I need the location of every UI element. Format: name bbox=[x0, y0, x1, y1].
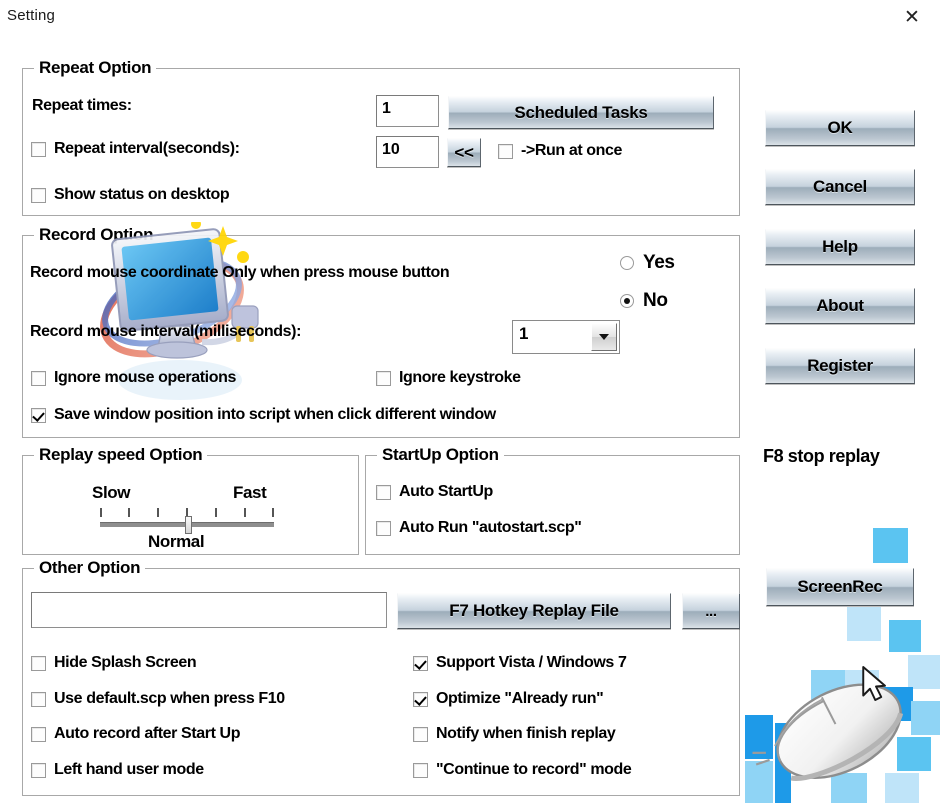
use-default-scp-label: Use default.scp when press F10 bbox=[54, 690, 285, 707]
decor-square bbox=[847, 607, 881, 641]
record-option-legend: Record Option bbox=[34, 225, 159, 245]
help-button[interactable]: Help bbox=[765, 229, 915, 265]
browse-button[interactable]: ... bbox=[682, 593, 740, 629]
auto-record-after-startup-label: Auto record after Start Up bbox=[54, 725, 241, 742]
record-interval-value: 1 bbox=[519, 324, 529, 343]
optimize-already-run-checkbox[interactable] bbox=[413, 692, 428, 707]
repeat-interval-label: Repeat interval(seconds): bbox=[54, 140, 240, 157]
record-coordinate-no-radio[interactable] bbox=[620, 294, 634, 308]
decor-square bbox=[831, 773, 867, 803]
hotkey-replay-file-button[interactable]: F7 Hotkey Replay File bbox=[397, 593, 671, 629]
notify-finish-replay-label: Notify when finish replay bbox=[436, 725, 616, 742]
auto-run-autostart-checkbox[interactable] bbox=[376, 521, 391, 536]
mouse-decoration-artwork bbox=[745, 515, 940, 803]
cursor-arrow-icon bbox=[862, 666, 886, 701]
decor-square bbox=[911, 701, 940, 735]
replay-file-input[interactable] bbox=[31, 592, 387, 628]
decor-square bbox=[873, 528, 908, 563]
record-coordinate-yes-radio[interactable] bbox=[620, 256, 634, 270]
show-status-label: Show status on desktop bbox=[54, 186, 230, 203]
auto-startup-checkbox[interactable] bbox=[376, 485, 391, 500]
ignore-mouse-label: Ignore mouse operations bbox=[54, 369, 236, 386]
show-status-checkbox[interactable] bbox=[31, 188, 46, 203]
replay-speed-legend: Replay speed Option bbox=[34, 445, 208, 465]
continue-to-record-checkbox[interactable] bbox=[413, 763, 428, 778]
decor-square bbox=[885, 773, 919, 803]
ok-button[interactable]: OK bbox=[765, 110, 915, 146]
startup-option-group: StartUp Option bbox=[365, 445, 740, 555]
save-window-position-label: Save window position into script when cl… bbox=[54, 406, 496, 423]
repeat-times-input[interactable]: 1 bbox=[376, 95, 439, 127]
collapse-button[interactable]: << bbox=[447, 138, 481, 167]
slider-fast-label: Fast bbox=[233, 483, 267, 502]
mouse-icon bbox=[752, 683, 904, 781]
auto-record-after-startup-checkbox[interactable] bbox=[31, 727, 46, 742]
auto-startup-label: Auto StartUp bbox=[399, 483, 493, 500]
about-button[interactable]: About bbox=[765, 288, 915, 324]
chevron-down-icon[interactable] bbox=[591, 323, 617, 351]
decor-square bbox=[775, 723, 791, 803]
save-window-position-checkbox[interactable] bbox=[31, 408, 46, 423]
other-option-legend: Other Option bbox=[34, 558, 146, 578]
decor-square bbox=[845, 670, 879, 704]
title-bar: Setting ✕ bbox=[0, 0, 940, 36]
record-interval-label: Record mouse interval(milliseconds): bbox=[30, 323, 302, 340]
slider-slow-label: Slow bbox=[92, 483, 131, 502]
repeat-interval-checkbox[interactable] bbox=[31, 142, 46, 157]
continue-to-record-label: "Continue to record" mode bbox=[436, 761, 632, 778]
decor-square bbox=[745, 715, 773, 759]
hide-splash-screen-checkbox[interactable] bbox=[31, 656, 46, 671]
support-vista-win7-checkbox[interactable] bbox=[413, 656, 428, 671]
ignore-mouse-checkbox[interactable] bbox=[31, 371, 46, 386]
auto-run-autostart-label: Auto Run "autostart.scp" bbox=[399, 519, 582, 536]
left-hand-user-mode-label: Left hand user mode bbox=[54, 761, 204, 778]
ignore-keystroke-label: Ignore keystroke bbox=[399, 369, 521, 386]
startup-option-legend: StartUp Option bbox=[377, 445, 504, 465]
slider-current-label: Normal bbox=[148, 532, 205, 551]
repeat-interval-input[interactable]: 10 bbox=[376, 136, 439, 168]
decor-square bbox=[811, 670, 845, 704]
record-coordinate-yes-label: Yes bbox=[643, 252, 675, 273]
repeat-option-legend: Repeat Option bbox=[34, 58, 157, 78]
register-button[interactable]: Register bbox=[765, 348, 915, 384]
hide-splash-screen-label: Hide Splash Screen bbox=[54, 654, 197, 671]
notify-finish-replay-checkbox[interactable] bbox=[413, 727, 428, 742]
record-coordinate-no-label: No bbox=[643, 290, 668, 311]
decor-square bbox=[745, 761, 773, 803]
optimize-already-run-label: Optimize "Already run" bbox=[436, 690, 604, 707]
ignore-keystroke-checkbox[interactable] bbox=[376, 371, 391, 386]
support-vista-win7-label: Support Vista / Windows 7 bbox=[436, 654, 627, 671]
scheduled-tasks-button[interactable]: Scheduled Tasks bbox=[448, 96, 714, 129]
window-title: Setting bbox=[7, 7, 56, 24]
run-at-once-label: ->Run at once bbox=[521, 142, 623, 159]
decor-square bbox=[879, 687, 913, 721]
close-icon[interactable]: ✕ bbox=[890, 2, 934, 32]
decor-square bbox=[908, 655, 940, 689]
run-at-once-checkbox[interactable] bbox=[498, 144, 513, 159]
screenrec-button[interactable]: ScreenRec bbox=[766, 568, 914, 606]
decor-square bbox=[797, 737, 831, 777]
left-hand-user-mode-checkbox[interactable] bbox=[31, 763, 46, 778]
repeat-times-label: Repeat times: bbox=[32, 97, 132, 114]
stop-replay-hotkey-note: F8 stop replay bbox=[763, 446, 880, 466]
record-coordinate-label: Record mouse coordinate Only when press … bbox=[30, 264, 450, 281]
cancel-button[interactable]: Cancel bbox=[765, 169, 915, 205]
use-default-scp-checkbox[interactable] bbox=[31, 692, 46, 707]
decor-square bbox=[897, 737, 931, 771]
decor-square bbox=[889, 620, 921, 652]
record-interval-combo[interactable]: 1 bbox=[512, 320, 620, 354]
